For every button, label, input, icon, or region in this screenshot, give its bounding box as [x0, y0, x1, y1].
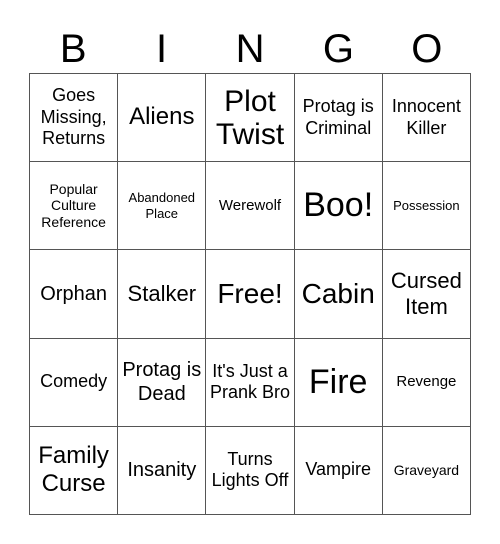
bingo-cell[interactable]: Popular Culture Reference [30, 162, 119, 251]
header-letter-n: N [235, 27, 265, 71]
bingo-cell[interactable]: Revenge [382, 338, 471, 427]
bingo-cell[interactable]: Turns Lights Off [206, 426, 295, 515]
bingo-cell[interactable]: Comedy [30, 338, 119, 427]
bingo-cell[interactable]: Protag is Criminal [294, 74, 383, 163]
header-letter-b: B [59, 27, 87, 71]
header-letter-g: G [322, 27, 354, 71]
bingo-header: B I N G O [29, 26, 471, 72]
bingo-cell[interactable]: Plot Twist [206, 74, 295, 163]
bingo-cell[interactable]: Vampire [294, 426, 383, 515]
bingo-cell[interactable]: Stalker [118, 250, 207, 339]
bingo-cell[interactable]: Innocent Killer [382, 74, 471, 163]
bingo-cell[interactable]: Abandoned Place [118, 162, 207, 251]
bingo-cell[interactable]: Graveyard [382, 426, 471, 515]
bingo-cell[interactable]: Cursed Item [382, 250, 471, 339]
bingo-cell[interactable]: Aliens [118, 74, 207, 163]
bingo-cell[interactable]: Fire [294, 338, 383, 427]
bingo-cell[interactable]: Possession [382, 162, 471, 251]
bingo-cell[interactable]: Werewolf [206, 162, 295, 251]
bingo-cell[interactable]: Orphan [30, 250, 119, 339]
bingo-cell[interactable]: It's Just a Prank Bro [206, 338, 295, 427]
bingo-cell[interactable]: Cabin [294, 250, 383, 339]
bingo-cell[interactable]: Insanity [118, 426, 207, 515]
bingo-cell[interactable]: Boo! [294, 162, 383, 251]
bingo-cell[interactable]: Protag is Dead [118, 338, 207, 427]
bingo-cell[interactable]: Goes Missing, Returns [30, 74, 119, 163]
free-space-cell[interactable]: Free! [206, 250, 295, 339]
header-letter-i: I [156, 27, 168, 71]
bingo-grid: Goes Missing, Returns Aliens Plot Twist … [29, 73, 471, 515]
bingo-cell[interactable]: Family Curse [30, 426, 119, 515]
header-letter-o: O [411, 27, 443, 71]
